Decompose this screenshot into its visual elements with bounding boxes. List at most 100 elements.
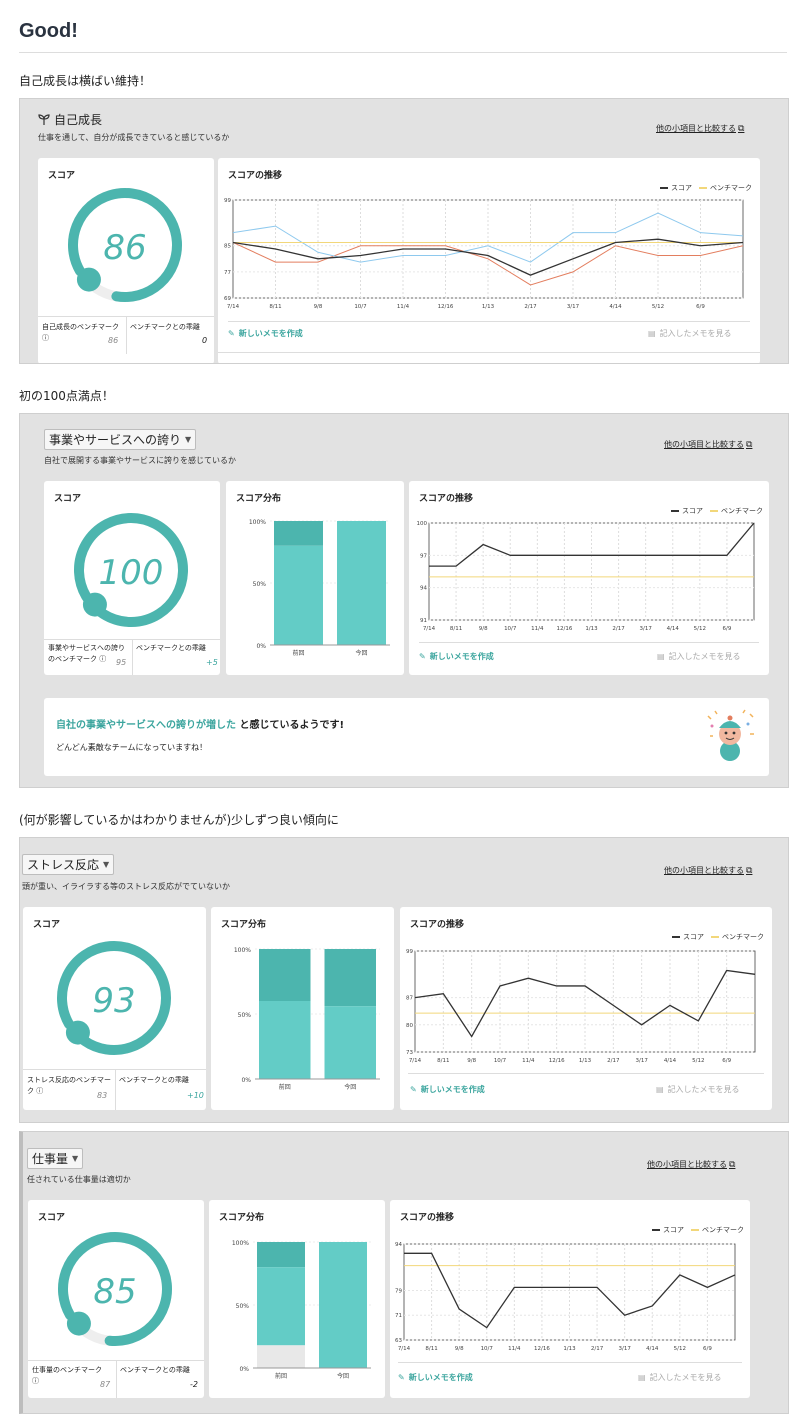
- section-stress: ストレス反応 ▼ 頭が重い、イライラする等のストレス反応がでていないか 他の小項目…: [19, 837, 789, 1123]
- dist-tick-label: 0%: [239, 1366, 249, 1373]
- caption-2: 初の100点満点！: [19, 389, 114, 403]
- compare-link[interactable]: 他の小項目と比較する ⧉: [664, 439, 752, 450]
- divider: [19, 52, 787, 53]
- view-memos-button[interactable]: ▤ 記入したメモを見る: [656, 1084, 740, 1095]
- bench-value: 86: [108, 336, 119, 345]
- compare-link[interactable]: 他の小項目と比較する ⧉: [647, 1159, 735, 1170]
- x-tick-label: 11/4: [508, 1346, 521, 1352]
- divider: [115, 1069, 116, 1110]
- gauge-knob: [66, 1311, 91, 1336]
- x-tick-label: 2/17: [607, 1058, 620, 1064]
- topic-dropdown[interactable]: 事業やサービスへの誇り ▼: [44, 429, 197, 450]
- view-memos-button[interactable]: ▤ 記入したメモを見る: [657, 651, 741, 662]
- legend: スコア ベンチマーク: [672, 932, 764, 942]
- x-tick-label: 7/14: [227, 304, 240, 310]
- help-icon[interactable]: ⓘ: [42, 334, 49, 342]
- section-pride: 事業やサービスへの誇り ▼ 自社で展開する事業やサービスに誇りを感じているか 他の…: [19, 413, 789, 788]
- x-tick-label: 9/8: [314, 304, 323, 310]
- gauge-knob: [76, 267, 101, 292]
- y-tick-label: 71: [395, 1313, 402, 1319]
- dist-bar-segment: [257, 1345, 305, 1368]
- topic-description: 自社で展開する事業やサービスに誇りを感じているか: [44, 456, 236, 465]
- dist-tick-label: 100%: [249, 519, 266, 526]
- compare-link[interactable]: 他の小項目と比較する ⧉: [664, 865, 752, 876]
- x-tick-label: 1/13: [563, 1346, 576, 1352]
- dist-bar-segment: [274, 545, 323, 645]
- insight-highlight: 自社の事業やサービスへの誇りが増した: [56, 720, 236, 731]
- distribution-card: スコア分布 100% 50% 0% 前回 今回: [211, 907, 394, 1110]
- trend-card-title: スコアの推移: [419, 494, 474, 504]
- caption-1: 自己成長は横ばい維持！: [19, 74, 152, 88]
- distribution-card-title: スコア分布: [236, 494, 282, 504]
- topic-name: 自己成長: [54, 113, 103, 127]
- new-memo-button[interactable]: ✎ 新しいメモを作成: [410, 1084, 485, 1095]
- caret-down-icon: ▼: [185, 435, 192, 444]
- dist-bar-segment: [259, 1001, 311, 1079]
- dist-category-label: 今回: [337, 1372, 349, 1380]
- trend-chart: 100 97 94 91 7/14 8/11 9/8 10/7 11/4 12/16 1/13 2/1…: [417, 521, 755, 632]
- y-tick-label: 85: [224, 244, 231, 250]
- dist-category-label: 今回: [355, 649, 367, 657]
- divider: [132, 639, 133, 675]
- x-tick-label: 7/14: [423, 626, 436, 632]
- help-icon[interactable]: ⓘ: [99, 655, 106, 663]
- dist-bar-segment: [324, 949, 376, 1007]
- y-tick-label: 91: [420, 618, 427, 624]
- pencil-icon: ✎: [228, 329, 235, 338]
- dist-bar-segment: [259, 949, 311, 1001]
- x-tick-label: 10/7: [354, 304, 367, 310]
- compare-link[interactable]: 他の小項目と比較する ⧉: [656, 123, 744, 134]
- help-icon[interactable]: ⓘ: [32, 1377, 39, 1385]
- x-tick-label: 12/16: [438, 304, 454, 310]
- topic-dropdown[interactable]: ストレス反応 ▼: [22, 854, 115, 875]
- legend-bench: ベンチマーク: [710, 184, 752, 192]
- x-tick-label: 10/7: [504, 626, 517, 632]
- gauge-knob: [82, 592, 107, 617]
- new-memo-button[interactable]: ✎ 新しいメモを作成: [419, 651, 494, 662]
- legend-bench: ベンチマーク: [721, 507, 763, 515]
- x-tick-label: 6/9: [722, 1058, 731, 1064]
- x-tick-label: 7/14: [409, 1058, 422, 1064]
- external-link-icon: ⧉: [746, 865, 753, 876]
- dist-bar-segment: [337, 521, 386, 645]
- bench-diff-value: +5: [206, 658, 218, 667]
- section-self-growth: 自己成長 仕事を通して、自分が成長できていると感じているか 他の小項目と比較する…: [19, 98, 789, 364]
- trend-card: スコアの推移 スコア ベンチマーク 100 97 94 91 7/14 8/11 9/8 10…: [409, 481, 769, 675]
- x-tick-label: 8/11: [450, 626, 462, 632]
- score-gauge: 86: [68, 188, 182, 302]
- legend-score-swatch: [652, 1229, 660, 1231]
- view-memos-button[interactable]: ▤ 記入したメモを見る: [648, 328, 732, 339]
- legend-score-swatch: [671, 510, 679, 512]
- trend-card-title: スコアの推移: [400, 1213, 455, 1223]
- x-tick-label: 3/17: [567, 304, 580, 310]
- legend: スコア ベンチマーク: [660, 183, 752, 193]
- x-tick-label: 3/17: [635, 1058, 648, 1064]
- trend-card: スコアの推移 スコア ベンチマーク 99 85 77 69 7/14 8/11 9/8 10/…: [218, 158, 760, 363]
- view-memos-button[interactable]: ▤ 記入したメモを見る: [638, 1372, 722, 1383]
- y-tick-label: 94: [395, 1242, 402, 1248]
- legend-bench: ベンチマーク: [722, 933, 764, 941]
- dist-category-label: 前回: [279, 1083, 291, 1091]
- y-tick-label: 94: [420, 586, 427, 592]
- x-tick-label: 7/14: [398, 1346, 411, 1352]
- y-tick-label: 73: [406, 1050, 413, 1056]
- topic-description: 任されている仕事量は適切か: [27, 1175, 131, 1184]
- new-memo-label: 新しいメモを作成: [420, 1085, 485, 1094]
- distribution-chart: 100% 50% 0% 前回 今回: [234, 947, 380, 1091]
- caption-3: (何が影響しているかはわかりませんが)少しずつ良い傾向に: [19, 813, 339, 827]
- help-icon[interactable]: ⓘ: [36, 1087, 43, 1095]
- pencil-icon: ✎: [419, 652, 426, 661]
- view-memos-label: 記入したメモを見る: [668, 652, 741, 661]
- new-memo-button[interactable]: ✎ 新しいメモを作成: [398, 1372, 473, 1383]
- trend-chart: 99 85 77 69 7/14 8/11 9/8 10/7 11/4 12/16 1/13 2/17…: [224, 198, 744, 310]
- divider: [408, 1073, 764, 1074]
- dist-category-label: 今回: [344, 1083, 356, 1091]
- x-tick-label: 3/17: [618, 1346, 631, 1352]
- bench-value: 95: [116, 658, 127, 667]
- legend-bench-swatch: [699, 187, 707, 189]
- caret-down-icon: ▼: [103, 860, 110, 869]
- x-tick-label: 4/14: [664, 1058, 677, 1064]
- new-memo-button[interactable]: ✎ 新しいメモを作成: [228, 328, 303, 339]
- mascot-illustration: [707, 709, 754, 761]
- topic-dropdown[interactable]: 仕事量 ▼: [27, 1148, 84, 1169]
